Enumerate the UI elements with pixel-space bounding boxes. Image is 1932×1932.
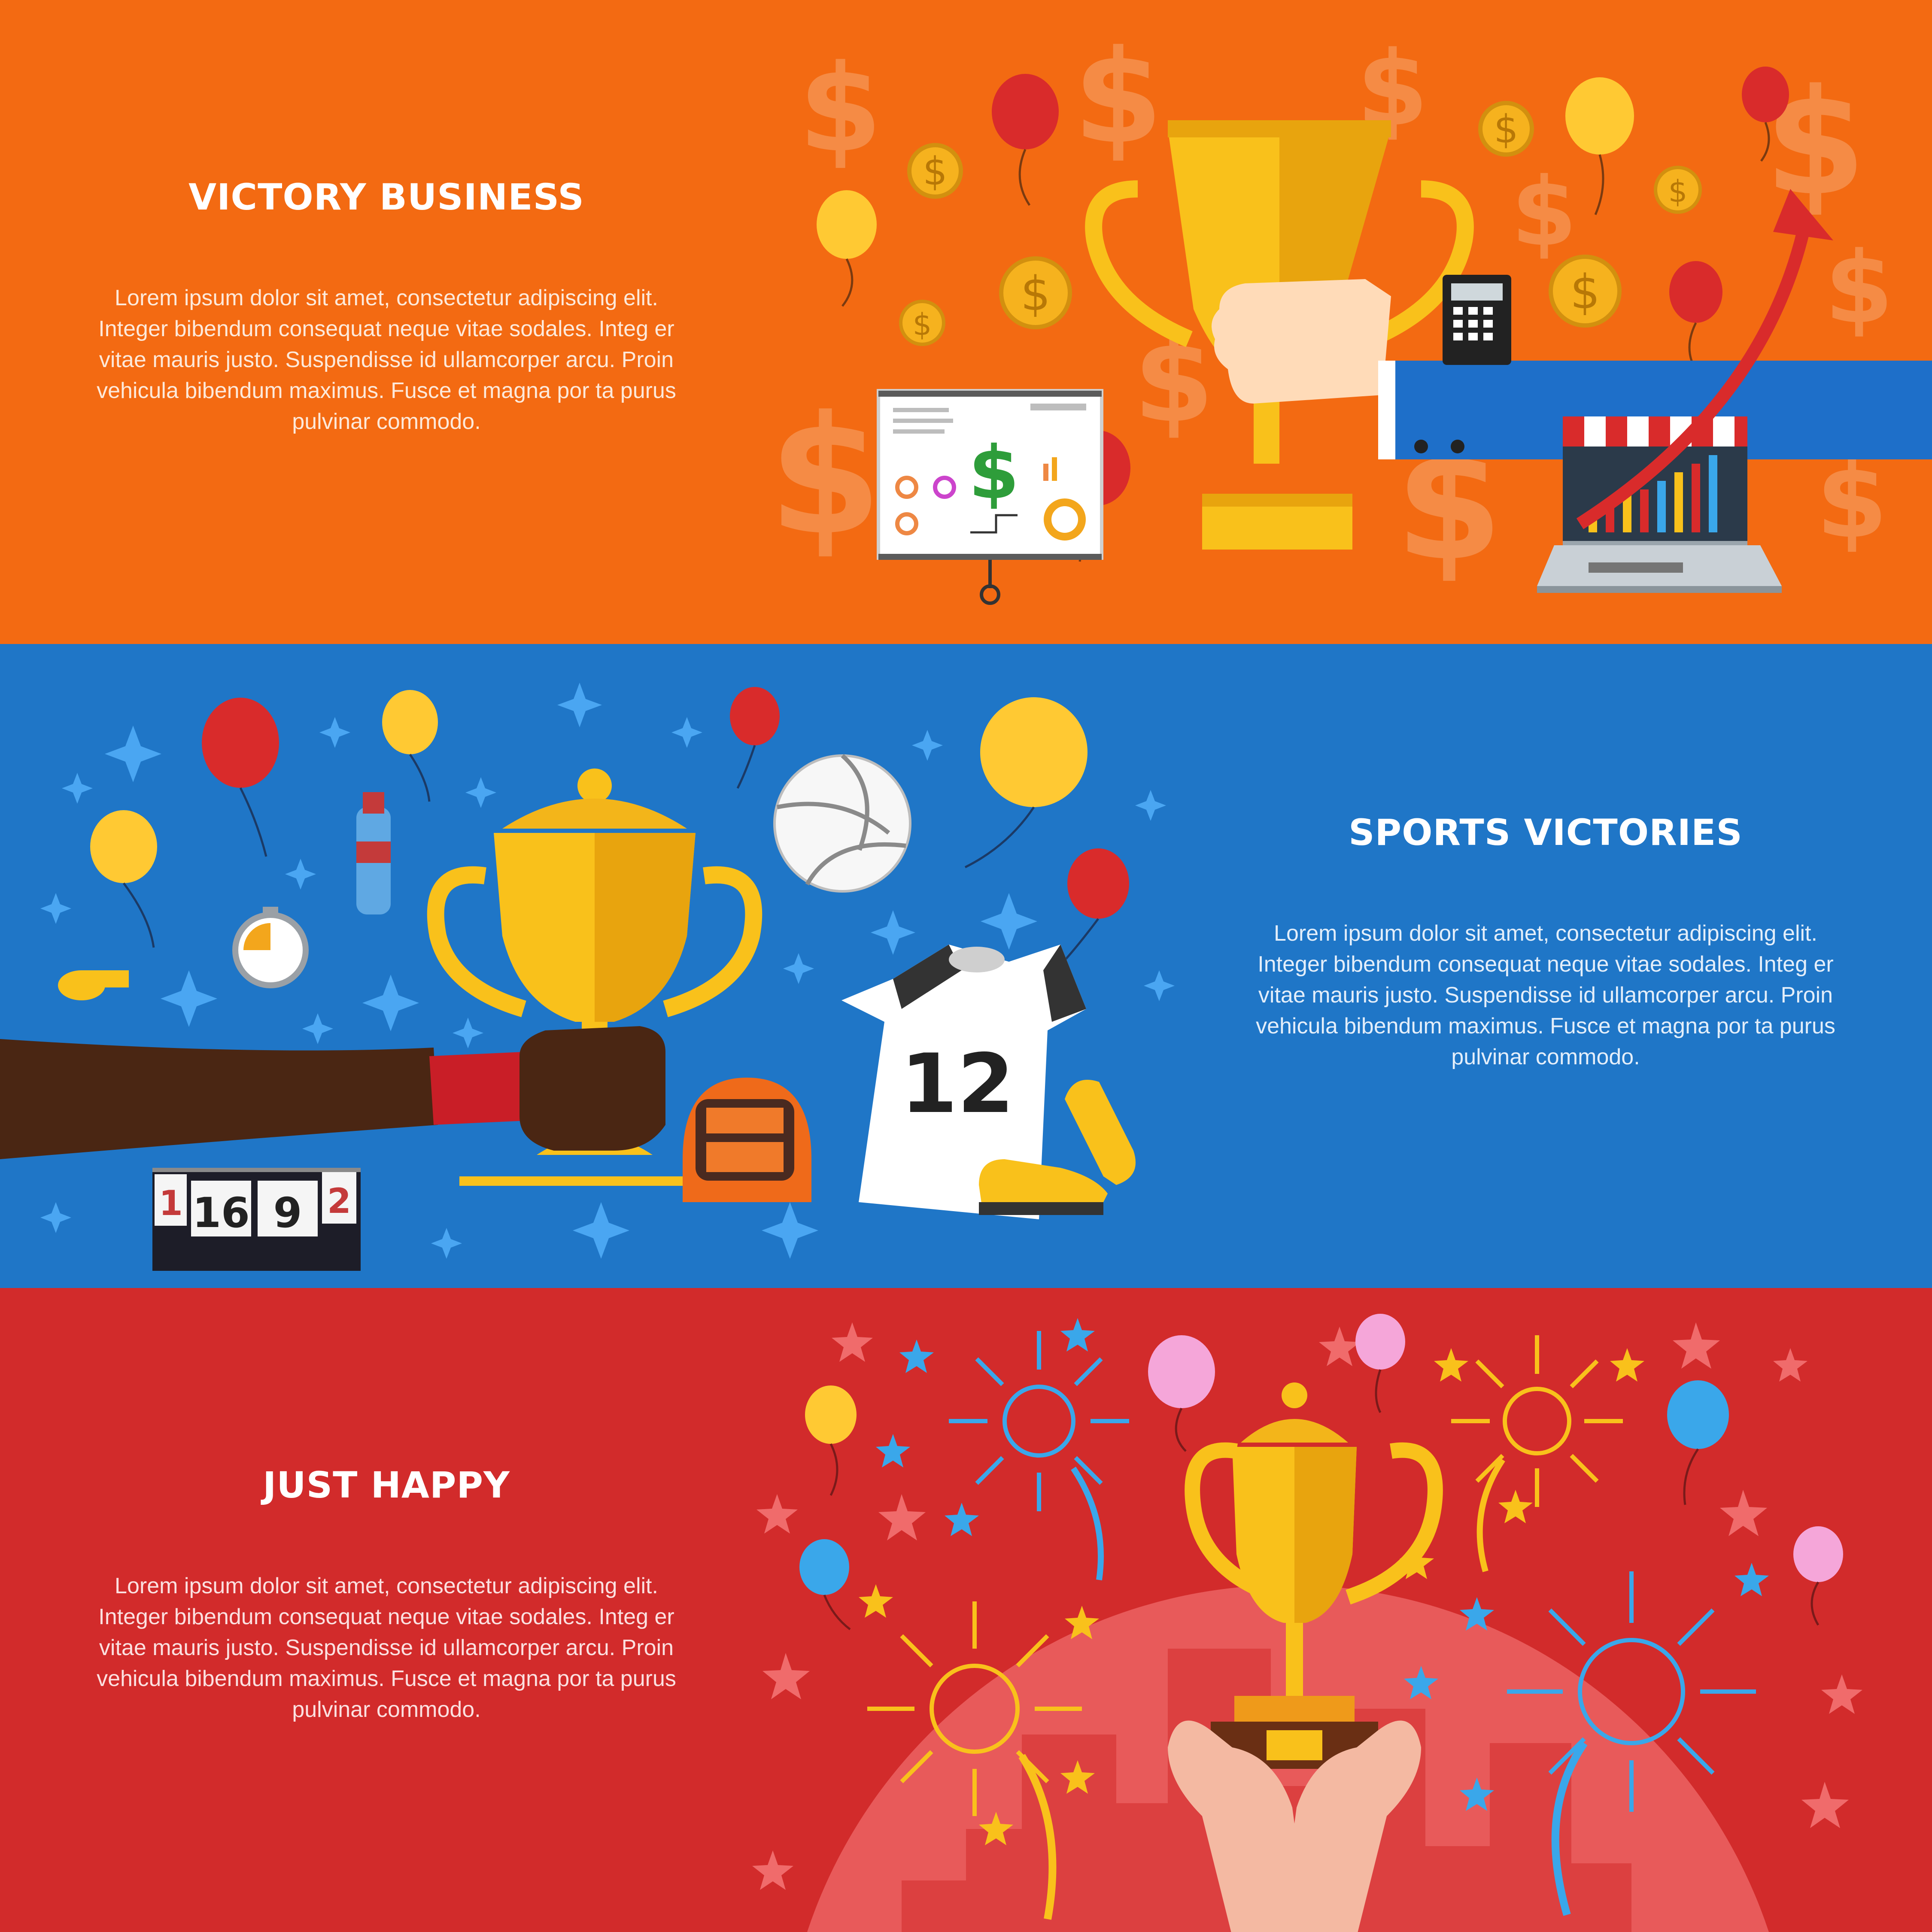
page: $ $ $ $ $ $ $ $ $ $ $ $ $ $ $ $ $ VICTOR… — [0, 0, 1932, 1932]
svg-text:$: $ — [1494, 107, 1518, 152]
svg-text:$: $ — [1073, 22, 1163, 172]
whistle-icon — [58, 970, 129, 1000]
svg-text:$: $ — [1511, 157, 1577, 267]
banner-victory-business: $ $ $ $ $ $ $ $ $ $ $ $ $ $ $ $ $ VICTOR… — [0, 0, 1932, 644]
victory-business-text: VICTORY BUSINESS Lorem ipsum dolor sit a… — [86, 176, 687, 459]
svg-text:$: $ — [799, 39, 882, 179]
svg-text:$: $ — [1021, 266, 1051, 321]
banner-title: SPORTS VICTORIES — [1349, 811, 1743, 854]
svg-text:$: $ — [1668, 174, 1688, 209]
just-happy-text: JUST HAPPY Lorem ipsum dolor sit amet, c… — [86, 1464, 687, 1747]
banner-body: Lorem ipsum dolor sit amet, consectetur … — [97, 1574, 676, 1722]
svg-text:$: $ — [769, 381, 882, 571]
svg-text:$: $ — [969, 431, 1019, 516]
banner-title: JUST HAPPY — [263, 1464, 510, 1506]
shop-awning — [1563, 416, 1747, 447]
stopwatch-icon — [232, 907, 309, 988]
svg-text:$: $ — [913, 307, 932, 342]
score-home-points: 16 — [192, 1189, 250, 1237]
score-away: 2 — [327, 1181, 351, 1221]
banner-body: Lorem ipsum dolor sit amet, consectetur … — [97, 286, 676, 434]
svg-text:$: $ — [923, 149, 947, 194]
svg-text:$: $ — [1570, 264, 1600, 319]
water-bottle-icon — [356, 792, 391, 914]
calculator-icon — [1443, 275, 1511, 365]
laptop-shop-icon — [1537, 416, 1782, 593]
sports-victories-text: SPORTS VICTORIES Lorem ipsum dolor sit a… — [1245, 811, 1846, 1095]
score-home: 1 — [159, 1183, 183, 1223]
banner-title: VICTORY BUSINESS — [188, 176, 584, 218]
svg-text:$: $ — [1825, 231, 1893, 346]
scoreboard-icon: 1 16 9 2 — [152, 1168, 361, 1271]
volleyball-icon — [773, 754, 911, 893]
banner-body: Lorem ipsum dolor sit amet, consectetur … — [1256, 921, 1835, 1069]
banner-just-happy: JUST HAPPY Lorem ipsum dolor sit amet, c… — [0, 1288, 1932, 1932]
banner-sports-victories: 1 16 9 2 12 SPORTS VICTORIES Lorem ipsum… — [0, 644, 1932, 1288]
presentation-board-icon: $ — [877, 389, 1103, 605]
helmet-icon — [683, 1078, 811, 1202]
score-away-points: 9 — [273, 1189, 302, 1237]
hand-icon — [0, 1026, 665, 1159]
jersey-number: 12 — [901, 1036, 1014, 1131]
